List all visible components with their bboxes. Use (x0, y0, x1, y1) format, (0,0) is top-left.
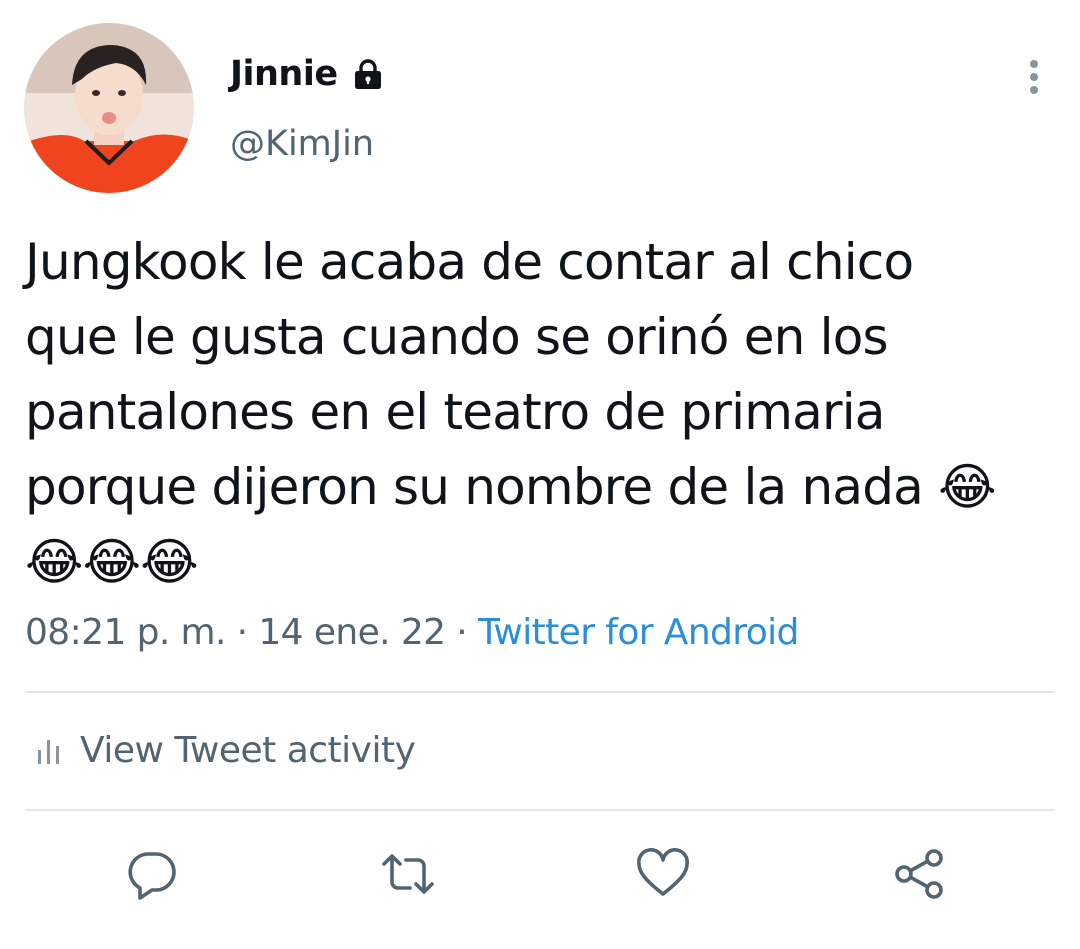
view-tweet-activity-label: View Tweet activity (80, 730, 416, 771)
tweet-text: Jungkook le acaba de contar al chico que… (25, 233, 997, 591)
like-button[interactable] (635, 846, 691, 902)
user-handle[interactable]: @KimJin (230, 124, 374, 164)
tweet-date[interactable]: 14 ene. 22 (258, 612, 446, 653)
share-button[interactable] (892, 846, 948, 902)
display-name[interactable]: Jinnie (230, 54, 338, 94)
tweet-time[interactable]: 08:21 p. m. (25, 612, 226, 653)
reply-icon (128, 852, 176, 900)
share-icon (895, 849, 943, 899)
bar-chart-icon (38, 739, 59, 764)
heart-icon (637, 848, 689, 896)
meta-separator: · (445, 612, 478, 653)
more-options-icon[interactable] (1018, 58, 1050, 98)
user-name-row[interactable]: Jinnie (230, 54, 385, 94)
tweet-meta: 08:21 p. m. · 14 ene. 22 · Twitter for A… (25, 612, 799, 653)
divider (25, 691, 1055, 693)
divider (25, 809, 1055, 811)
retweet-button[interactable] (380, 846, 436, 902)
tweet-source-link[interactable]: Twitter for Android (478, 612, 799, 653)
lock-icon (351, 57, 385, 91)
meta-separator: · (225, 612, 259, 653)
reply-button[interactable] (124, 846, 180, 902)
retweet-icon (382, 854, 434, 894)
view-tweet-activity-button[interactable]: View Tweet activity (36, 730, 416, 771)
avatar[interactable] (24, 23, 194, 193)
